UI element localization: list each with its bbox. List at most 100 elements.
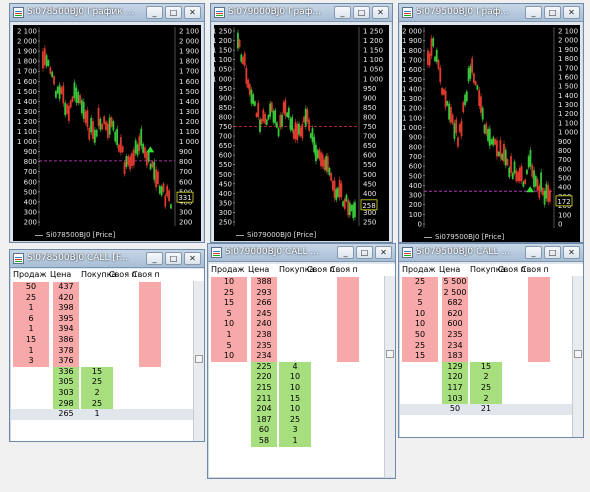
price-cell: 437 <box>53 282 79 293</box>
ask-row[interactable]: 50 235 <box>400 330 583 341</box>
bid-row[interactable]: 58 1 <box>209 436 395 447</box>
title-bar[interactable]: Si079500BJ0 Граф... _ □ ✕ <box>399 4 583 22</box>
chart-window-2[interactable]: Si079000BJ0 Граф... _ □ ✕ 1 250 1 200 1 15… <box>210 3 393 243</box>
maximize-button[interactable]: □ <box>353 6 370 19</box>
ask-row[interactable]: 15 183 <box>400 351 583 362</box>
ask-row[interactable]: 3 376 <box>11 356 204 367</box>
ask-row[interactable]: 15 386 <box>11 335 204 346</box>
last-trade-row[interactable]: 265 1 <box>11 409 204 420</box>
bid-row[interactable]: 298 25 <box>11 398 204 410</box>
scroll-grip-icon[interactable] <box>574 350 582 358</box>
minimize-button[interactable]: _ <box>146 252 163 265</box>
sell-qty-cell: 10 <box>402 319 438 330</box>
price-chart[interactable]: 2 000 1 900 1 800 1 700 1 600 1 500 1 400 1 300… <box>402 25 580 232</box>
ask-row[interactable]: 10 600 <box>400 319 583 330</box>
minimize-button[interactable]: _ <box>525 246 542 259</box>
candle-body <box>168 190 170 201</box>
ask-row[interactable]: 5 245 <box>209 308 395 320</box>
ask-row[interactable]: 6 395 <box>11 313 204 325</box>
column-header[interactable]: Цена <box>439 265 460 274</box>
bid-row[interactable]: 187 25 <box>209 414 395 426</box>
bid-row[interactable]: 305 25 <box>11 377 204 388</box>
scroll-grip-icon[interactable] <box>386 350 394 358</box>
bid-row[interactable]: 117 25 <box>400 383 583 394</box>
orderbook-table[interactable]: Продаж Цена Покупка Своя п Своя п 50 437 25 420 1… <box>11 269 204 441</box>
minimize-button[interactable]: _ <box>334 6 351 19</box>
candle-body <box>51 71 54 78</box>
ask-row[interactable]: 1 378 <box>11 345 204 357</box>
ask-row[interactable]: 10 620 <box>400 308 583 320</box>
bid-row[interactable]: 211 15 <box>209 393 395 405</box>
last-trade-row[interactable]: 50 21 <box>400 404 583 415</box>
vertical-scrollbar[interactable] <box>384 276 395 477</box>
bid-row[interactable]: 60 3 <box>209 425 395 436</box>
close-button[interactable]: ✕ <box>184 252 201 265</box>
vertical-scrollbar[interactable] <box>572 276 583 437</box>
column-header[interactable]: Своя п <box>330 265 358 274</box>
orderbook-table[interactable]: Продаж Цена Покупка Своя п Своя п 25 5 500 2 2 5… <box>400 264 583 437</box>
minimize-button[interactable]: _ <box>525 6 542 19</box>
ask-row[interactable]: 15 266 <box>209 298 395 309</box>
ask-row[interactable]: 10 234 <box>209 351 395 362</box>
maximize-button[interactable]: □ <box>544 246 561 259</box>
bid-row[interactable]: 129 15 <box>400 361 583 373</box>
bid-row[interactable]: 336 15 <box>11 366 204 378</box>
ask-row[interactable]: 1 394 <box>11 324 204 335</box>
orderbook-window-2[interactable]: Si079000BJ0 CALL ... _ □ ✕ Продаж Цена Пок… <box>207 243 396 479</box>
orderbook-window-3[interactable]: Si079500BJ0 CALL ... _ □ ✕ Продаж Цена Пок… <box>398 243 584 438</box>
chart-window-1[interactable]: Si078500BJ0 График ... _ □ ✕ 2 100 2 000 1… <box>9 3 205 243</box>
price-chart[interactable]: 1 250 1 200 1 150 1 100 1 050 1 000 950 900 850 8… <box>214 25 389 230</box>
candle-body <box>455 119 458 134</box>
column-header[interactable]: Продаж <box>13 270 47 279</box>
ask-row[interactable]: 1 238 <box>209 330 395 341</box>
title-bar[interactable]: Si079500BJ0 CALL ... _ □ ✕ <box>399 244 583 262</box>
bid-row[interactable]: 220 10 <box>209 372 395 383</box>
minimize-button[interactable]: _ <box>337 246 354 259</box>
close-button[interactable]: ✕ <box>184 6 201 19</box>
scroll-grip-icon[interactable] <box>195 355 203 363</box>
title-bar[interactable]: Si078500BJ0 CALL [F... _ □ ✕ <box>10 250 204 268</box>
bid-row[interactable]: 120 2 <box>400 372 583 383</box>
ask-row[interactable]: 25 420 <box>11 292 204 304</box>
ask-row[interactable]: 1 398 <box>11 303 204 314</box>
ask-row[interactable]: 5 682 <box>400 298 583 309</box>
maximize-button[interactable]: □ <box>544 6 561 19</box>
column-header[interactable]: Своя п <box>521 265 549 274</box>
column-header[interactable]: Цена <box>248 265 269 274</box>
title-bar[interactable]: Si079000BJ0 Граф... _ □ ✕ <box>211 4 392 22</box>
vertical-scrollbar[interactable] <box>193 281 204 441</box>
orderbook-window-1[interactable]: Si078500BJ0 CALL [F... _ □ ✕ Продаж Цена П… <box>9 249 205 442</box>
ask-row[interactable]: 25 5 500 <box>400 277 583 288</box>
column-header[interactable]: Цена <box>50 270 71 279</box>
ask-row[interactable]: 2 2 500 <box>400 287 583 299</box>
title-bar[interactable]: Si079000BJ0 CALL ... _ □ ✕ <box>208 244 395 262</box>
chart-window-3[interactable]: Si079500BJ0 Граф... _ □ ✕ 2 000 1 900 1 80… <box>398 3 584 243</box>
minimize-button[interactable]: _ <box>146 6 163 19</box>
bid-row[interactable]: 303 2 <box>11 388 204 399</box>
close-button[interactable]: ✕ <box>563 246 580 259</box>
bid-row[interactable]: 225 4 <box>209 361 395 373</box>
ask-row[interactable]: 10 240 <box>209 319 395 330</box>
price-chart[interactable]: 2 100 2 000 1 900 1 800 1 700 1 600 1 500 1 400… <box>13 25 201 230</box>
ask-row[interactable]: 5 235 <box>209 340 395 352</box>
column-header[interactable]: Своя п <box>132 270 160 279</box>
ask-row[interactable]: 10 388 <box>209 277 395 288</box>
ask-row[interactable]: 25 293 <box>209 287 395 299</box>
column-header[interactable]: Продаж <box>211 265 245 274</box>
orderbook-table[interactable]: Продаж Цена Покупка Своя п Своя п 10 388 25 293 1… <box>209 264 395 477</box>
ask-row[interactable]: 25 234 <box>400 340 583 352</box>
close-button[interactable]: ✕ <box>372 6 389 19</box>
close-button[interactable]: ✕ <box>375 246 392 259</box>
maximize-button[interactable]: □ <box>165 6 182 19</box>
candle-body <box>47 60 50 66</box>
buy-qty-cell: 25 <box>81 377 113 388</box>
bid-row[interactable]: 215 10 <box>209 383 395 394</box>
bid-row[interactable]: 204 10 <box>209 404 395 415</box>
title-bar[interactable]: Si078500BJ0 График ... _ □ ✕ <box>10 4 204 22</box>
bid-row[interactable]: 103 2 <box>400 393 583 405</box>
column-header[interactable]: Продаж <box>402 265 436 274</box>
close-button[interactable]: ✕ <box>563 6 580 19</box>
maximize-button[interactable]: □ <box>356 246 373 259</box>
maximize-button[interactable]: □ <box>165 252 182 265</box>
ask-row[interactable]: 50 437 <box>11 282 204 293</box>
